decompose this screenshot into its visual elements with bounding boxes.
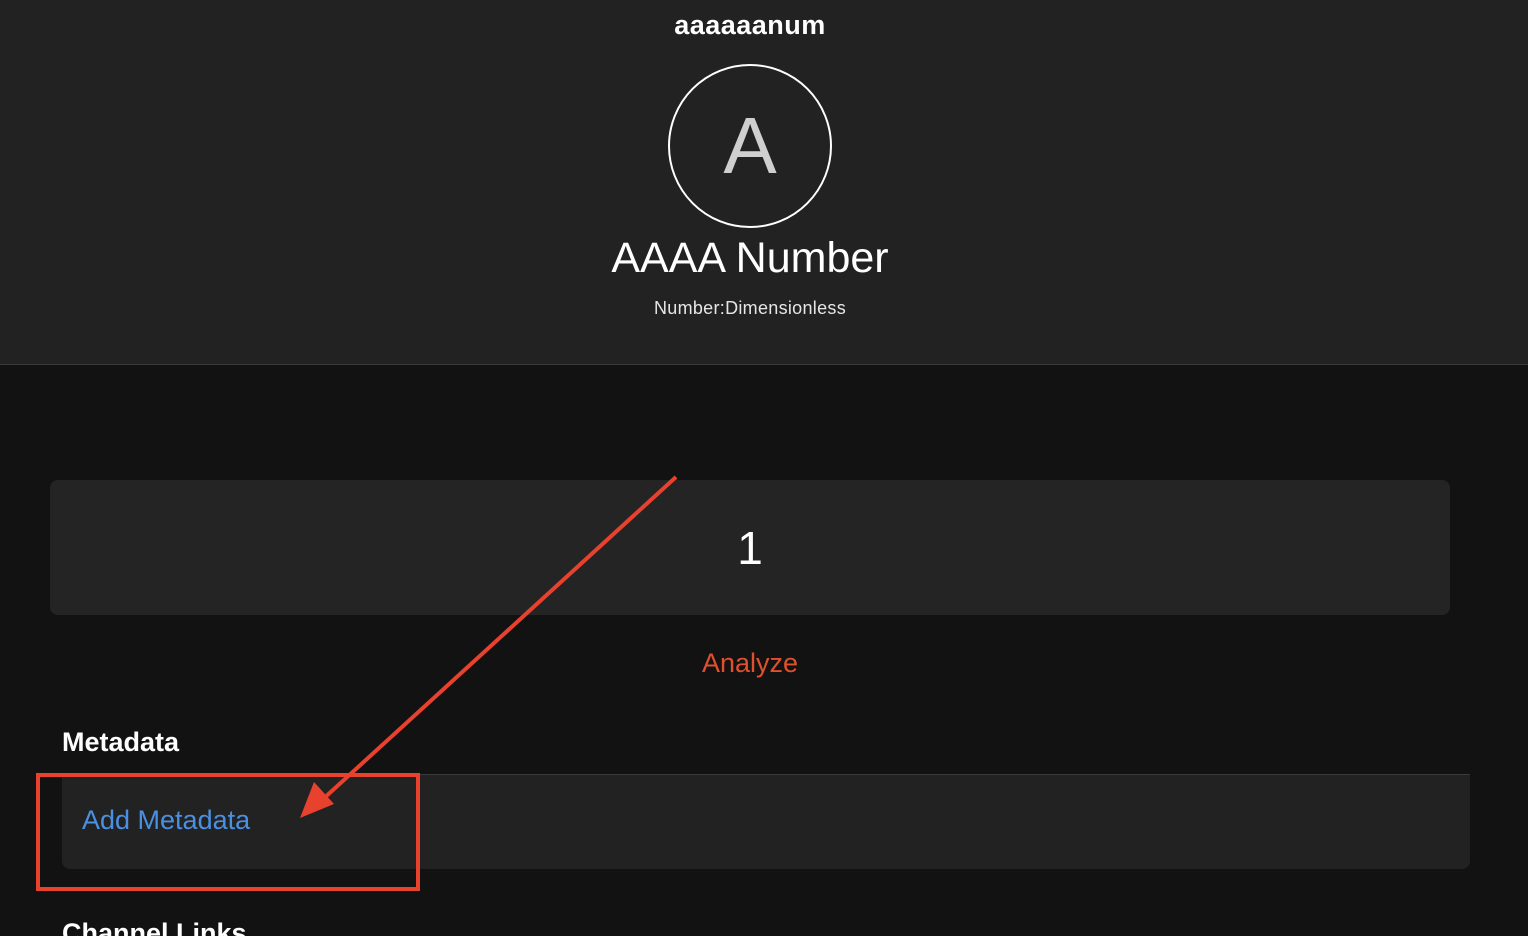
channel-links-section-title: Channel Links [62, 918, 247, 936]
item-type: Number:Dimensionless [653, 298, 847, 318]
metadata-section-title: Metadata [62, 727, 180, 757]
item-state-card[interactable]: 1 [50, 480, 1450, 615]
item-label: AAAA Number [611, 234, 889, 282]
item-name: aaaaaanum [674, 10, 826, 40]
item-header: aaaaaanum A AAAA Number Number:Dimension… [0, 0, 1528, 365]
annotation-highlight-box [36, 773, 420, 891]
analyze-button[interactable]: Analyze [0, 648, 1500, 679]
item-details-page: aaaaaanum A AAAA Number Number:Dimension… [0, 0, 1528, 936]
item-avatar: A [668, 64, 832, 228]
